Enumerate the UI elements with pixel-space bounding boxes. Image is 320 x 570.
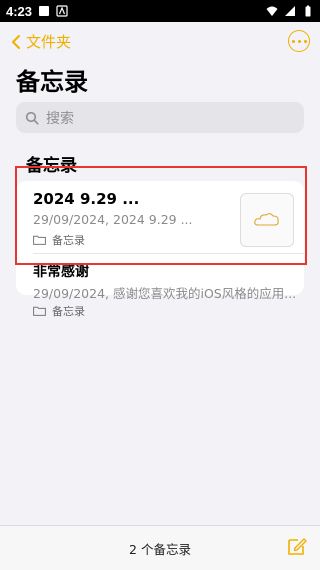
folder-icon: [33, 235, 46, 245]
back-to-folders-button[interactable]: 文件夹: [10, 31, 71, 52]
more-options-button[interactable]: [288, 30, 310, 52]
note-title: 非常感谢: [33, 264, 89, 280]
more-dot-icon: [297, 39, 301, 43]
notes-list: 2024 9.29 ... 29/09/2024, 2024 9.29 ... …: [16, 181, 304, 318]
app-notification-icon: [56, 5, 68, 17]
search-placeholder: 搜索: [46, 110, 74, 127]
signal-icon: [285, 6, 295, 16]
note-folder-label: 备忘录: [52, 305, 85, 318]
note-subtitle: 29/09/2024, 感谢您喜欢我的iOS风格的应用...: [33, 286, 295, 301]
note-folder: 备忘录: [33, 232, 85, 248]
notification-square-icon: [39, 6, 50, 16]
back-label: 文件夹: [26, 33, 72, 51]
note-item[interactable]: 2024 9.29 ... 29/09/2024, 2024 9.29 ... …: [16, 181, 304, 253]
status-bar: 4:23: [0, 0, 320, 22]
bottom-toolbar: 2 个备忘录: [0, 525, 320, 570]
more-dot-icon: [303, 39, 307, 43]
note-folder-label: 备忘录: [52, 234, 85, 247]
compose-note-icon[interactable]: [287, 536, 307, 556]
folder-icon: [33, 306, 46, 316]
more-dot-icon: [291, 39, 295, 43]
notes-count: 2 个备忘录: [129, 542, 191, 557]
page-title: 备忘录: [16, 68, 88, 96]
wifi-icon: [266, 6, 278, 16]
status-time: 4:23: [6, 3, 33, 19]
note-subtitle: 29/09/2024, 2024 9.29 ...: [33, 212, 193, 227]
note-thumbnail: [240, 193, 294, 247]
note-title: 2024 9.29 ...: [33, 190, 140, 208]
note-item[interactable]: 非常感谢 29/09/2024, 感谢您喜欢我的iOS风格的应用... 备忘录: [16, 253, 304, 318]
note-folder: 备忘录: [33, 303, 85, 319]
section-header: 备忘录: [26, 156, 77, 176]
cloud-sketch-icon: [254, 213, 279, 226]
navigation-bar: 文件夹: [0, 22, 320, 58]
battery-icon: [305, 5, 311, 17]
search-field[interactable]: 搜索: [16, 102, 304, 133]
chevron-left-icon: [12, 34, 20, 49]
search-icon: [25, 111, 39, 125]
